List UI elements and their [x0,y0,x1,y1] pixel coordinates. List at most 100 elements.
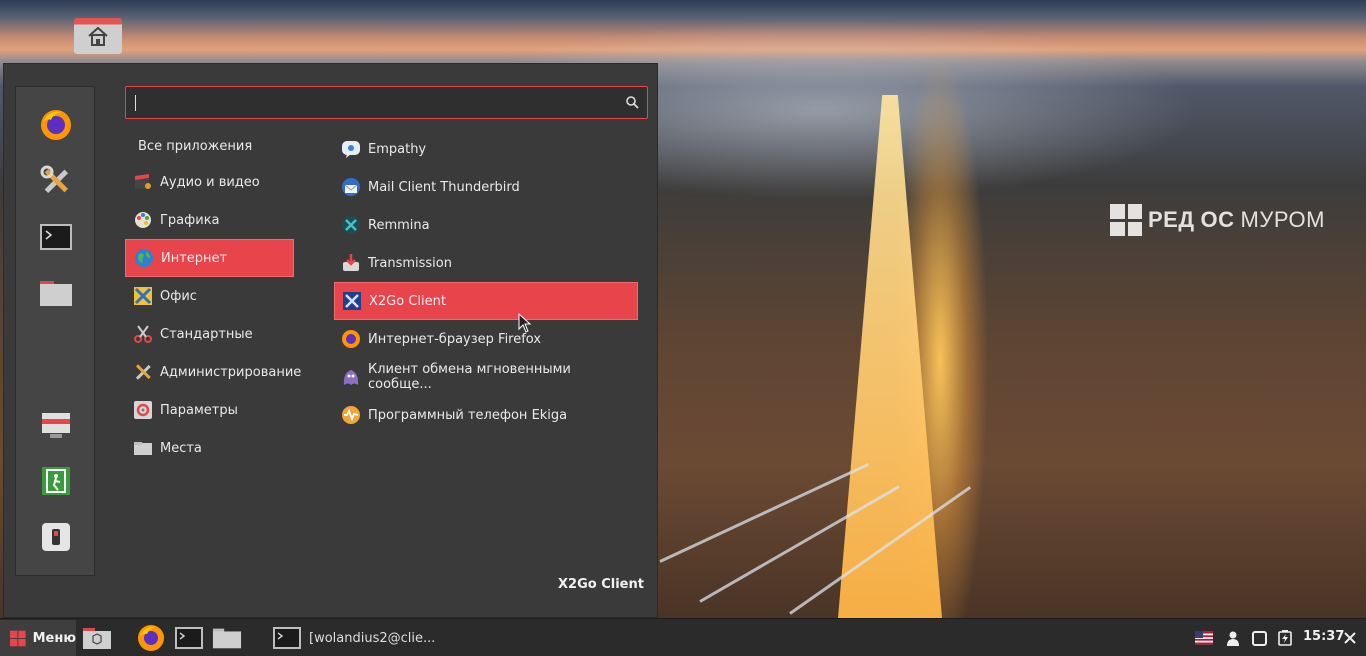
category-administration[interactable]: Администрирование [125,353,301,391]
thunderbird-icon [341,177,361,197]
ekiga-icon [341,405,361,425]
places-folder-icon [133,438,153,458]
remmina-icon [341,215,361,235]
mouse-pointer-icon [518,313,532,333]
notifications-icon [1251,630,1267,646]
app-label: Mail Client Thunderbird [368,179,520,195]
taskbar-window-terminal[interactable]: [wolandius2@clie... [270,622,460,654]
category-label: Офис [160,288,197,304]
category-label: Интернет [161,250,228,266]
us-flag-icon [1195,631,1213,645]
show-desktop-icon [83,628,111,649]
category-accessories[interactable]: Стандартные [125,315,294,353]
lock-screen-icon [42,413,70,438]
fav-settings[interactable] [36,161,76,201]
category-label: Стандартные [160,326,253,342]
menu-button-label: Меню [32,630,76,646]
fav-terminal[interactable] [36,217,76,257]
terminal-icon [273,627,301,649]
menu-logo-icon [10,630,26,646]
logout-icon [42,467,70,495]
fav-files[interactable] [36,273,76,313]
administration-icon [133,362,153,382]
category-all-apps[interactable]: Все приложения [125,127,294,165]
shutdown-icon [42,523,70,551]
category-label: Все приложения [138,138,253,154]
files-folder-icon [40,281,72,306]
search-icon [626,96,639,109]
category-office[interactable]: Офис [125,277,294,315]
battery-charging-icon [1278,630,1292,646]
search-input[interactable] [126,87,647,118]
category-label: Графика [160,212,220,228]
firefox-icon [138,625,164,651]
pidgin-icon [341,367,361,387]
firefox-icon [41,110,71,140]
app-label: Программный телефон Ekiga [368,407,568,423]
home-icon [88,26,108,46]
category-label: Аудио и видео [160,174,260,190]
settings-tools-icon [40,165,69,194]
graphics-icon [133,210,153,230]
text-caret [135,95,136,111]
app-transmission[interactable]: Transmission [334,244,638,282]
category-label: Параметры [160,402,238,418]
fav-logout[interactable] [36,461,76,501]
empathy-icon [341,139,361,159]
tray-power[interactable] [1276,629,1294,647]
favorites-bar [15,86,95,576]
redos-logo-icon [1110,204,1142,236]
app-remmina[interactable]: Remmina [334,206,638,244]
terminal-icon [175,627,203,649]
wallpaper-bridge [838,95,942,618]
logo-text-prefix: РЕД [1148,207,1195,232]
tray-notifications[interactable] [1250,629,1268,647]
preferences-icon [133,400,153,420]
wallpaper-cable [659,462,870,563]
fav-shutdown[interactable] [36,517,76,557]
selected-app-title: X2Go Client [558,577,644,592]
clock[interactable]: 15:37 [1303,629,1344,644]
taskbar-launcher-terminal[interactable] [174,624,204,652]
tray-show-desktop[interactable] [1341,629,1359,647]
fav-firefox[interactable] [36,105,76,145]
logo-text-mid: ОС [1200,207,1235,232]
tray-user[interactable] [1224,629,1242,647]
search-box[interactable] [125,86,648,119]
category-graphics[interactable]: Графика [125,201,294,239]
category-preferences[interactable]: Параметры [125,391,294,429]
category-label: Места [160,440,202,456]
app-label: Transmission [368,255,452,271]
app-label: X2Go Client [369,293,446,309]
office-icon [133,286,153,306]
app-pidgin[interactable]: Клиент обмена мгновенными сообще... [334,358,638,396]
category-label: Администрирование [160,364,302,380]
app-label: Remmina [368,217,430,233]
taskbar-launcher-firefox[interactable] [136,624,166,652]
firefox-icon [341,329,361,349]
taskbar-launcher-files[interactable] [212,624,242,652]
logo-text-suffix: МУРОМ [1240,207,1325,232]
desktop-home-folder[interactable] [74,18,122,54]
app-label: Клиент обмена мгновенными сообще... [368,362,571,392]
app-label: Интернет-браузер Firefox [368,331,542,347]
fav-lock-screen[interactable] [36,405,76,445]
accessories-icon [133,324,153,344]
terminal-icon [40,224,72,250]
category-internet[interactable]: Интернет [125,239,294,277]
taskbar-show-desktop[interactable] [82,624,112,652]
taskbar: Меню [wolandius2@clie... 15:37 [0,618,1366,656]
app-empathy[interactable]: Empathy [334,130,638,168]
tray-keyboard-layout[interactable] [1195,629,1213,647]
category-multimedia[interactable]: Аудио и видео [125,163,294,201]
category-places[interactable]: Места [125,429,294,467]
files-folder-icon [212,628,242,649]
app-x2go-client[interactable]: X2Go Client [334,282,638,320]
app-thunderbird[interactable]: Mail Client Thunderbird [334,168,638,206]
close-icon [1344,632,1356,644]
app-ekiga[interactable]: Программный телефон Ekiga [334,396,638,434]
window-title: [wolandius2@clie... [309,630,436,646]
app-firefox[interactable]: Интернет-браузер Firefox [334,320,638,358]
menu-button[interactable]: Меню [0,620,76,656]
user-icon [1227,631,1239,646]
